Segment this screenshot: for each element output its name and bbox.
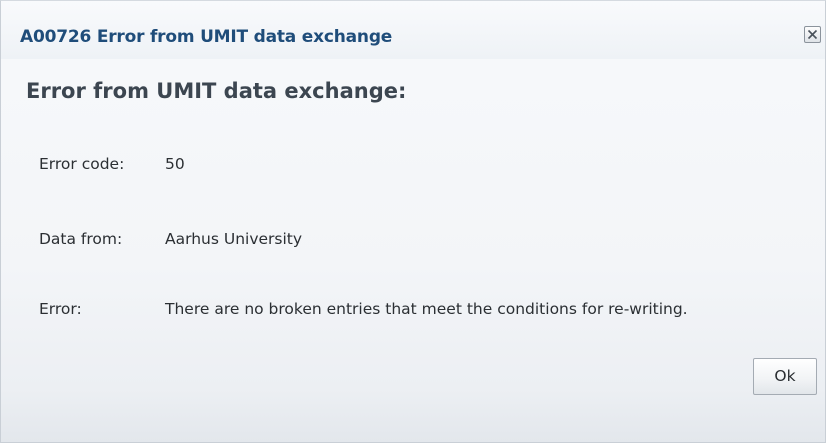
data-from-value: Aarhus University xyxy=(165,230,303,248)
data-from-row: Data from: Aarhus University xyxy=(39,230,302,248)
error-code-label: Error code: xyxy=(39,155,125,173)
error-message-row: Error: There are no broken entries that m… xyxy=(39,300,688,318)
error-label: Error: xyxy=(39,300,82,318)
dialog-title: A00726 Error from UMIT data exchange xyxy=(20,27,393,47)
ok-button[interactable]: Ok xyxy=(753,358,817,395)
error-heading: Error from UMIT data exchange: xyxy=(26,79,407,103)
close-icon xyxy=(807,29,818,40)
close-button[interactable] xyxy=(804,26,821,43)
data-from-label: Data from: xyxy=(39,230,123,248)
error-message-value: There are no broken entries that meet th… xyxy=(165,300,688,318)
dialog-titlebar: A00726 Error from UMIT data exchange xyxy=(1,1,825,59)
error-code-value: 50 xyxy=(165,155,185,173)
error-code-row: Error code: 50 xyxy=(39,155,185,173)
error-dialog: A00726 Error from UMIT data exchange Err… xyxy=(0,0,826,443)
